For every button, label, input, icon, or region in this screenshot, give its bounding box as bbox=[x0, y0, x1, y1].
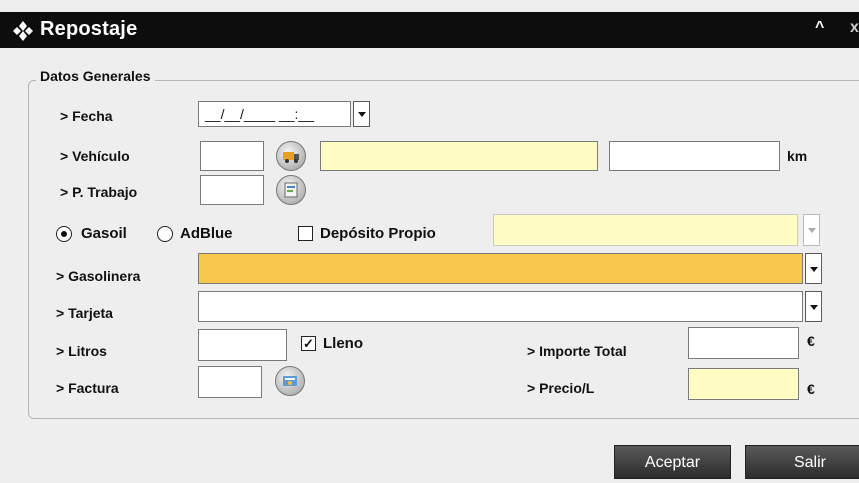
vehiculo-label: > Vehículo bbox=[60, 148, 130, 164]
importe-total-input[interactable] bbox=[688, 327, 799, 359]
fecha-mask: __/__/____ __:__ bbox=[205, 106, 314, 122]
km-unit: km bbox=[787, 148, 808, 164]
deposito-propio-checkbox[interactable] bbox=[298, 226, 313, 241]
gasoil-label: Gasoil bbox=[81, 225, 127, 242]
vehiculo-description-field bbox=[320, 141, 598, 171]
repostaje-window: Repostaje ^ x Datos Generales > Fecha __… bbox=[0, 0, 859, 483]
truck-search-icon[interactable] bbox=[276, 141, 306, 171]
deposito-dropdown-button bbox=[803, 214, 820, 246]
factura-label: > Factura bbox=[56, 380, 119, 396]
gasoil-radio[interactable] bbox=[56, 226, 72, 242]
deposito-propio-label: Depósito Propio bbox=[320, 225, 436, 242]
group-legend: Datos Generales bbox=[36, 68, 155, 84]
salir-button[interactable]: Salir bbox=[745, 445, 859, 479]
tarjeta-dropdown-button[interactable] bbox=[805, 291, 822, 322]
p-trabajo-input[interactable] bbox=[200, 175, 264, 205]
app-diamond-icon bbox=[13, 21, 33, 41]
aceptar-button[interactable]: Aceptar bbox=[614, 445, 731, 479]
precio-litro-field bbox=[688, 368, 799, 400]
gasolinera-dropdown-button[interactable] bbox=[805, 253, 822, 284]
invoice-search-icon[interactable] bbox=[275, 366, 305, 396]
precio-currency: € bbox=[807, 381, 815, 397]
p-trabajo-label: > P. Trabajo bbox=[60, 184, 138, 200]
gasolinera-select[interactable] bbox=[198, 253, 803, 284]
lleno-checkbox[interactable]: ✓ bbox=[301, 336, 316, 351]
collapse-icon[interactable]: ^ bbox=[815, 19, 824, 37]
gasolinera-label: > Gasolinera bbox=[56, 268, 141, 284]
tarjeta-label: > Tarjeta bbox=[56, 305, 113, 321]
litros-input[interactable] bbox=[198, 329, 287, 361]
importe-total-label: > Importe Total bbox=[527, 343, 627, 359]
fecha-label: > Fecha bbox=[60, 108, 113, 124]
title-bar[interactable]: Repostaje ^ x bbox=[0, 12, 859, 48]
window-title: Repostaje bbox=[40, 18, 138, 40]
work-order-search-icon[interactable] bbox=[276, 175, 306, 205]
deposito-select bbox=[493, 214, 798, 246]
lleno-label: Lleno bbox=[323, 335, 363, 352]
fecha-dropdown-button[interactable] bbox=[353, 101, 370, 127]
vehiculo-code-input[interactable] bbox=[200, 141, 264, 171]
importe-currency: € bbox=[807, 333, 815, 349]
adblue-label: AdBlue bbox=[180, 225, 233, 242]
precio-litro-label: > Precio/L bbox=[527, 380, 595, 396]
tarjeta-select[interactable] bbox=[198, 291, 803, 322]
factura-input[interactable] bbox=[198, 366, 262, 398]
close-icon[interactable]: x bbox=[850, 19, 859, 37]
km-input[interactable] bbox=[609, 141, 780, 171]
adblue-radio[interactable] bbox=[157, 226, 173, 242]
litros-label: > Litros bbox=[56, 343, 107, 359]
